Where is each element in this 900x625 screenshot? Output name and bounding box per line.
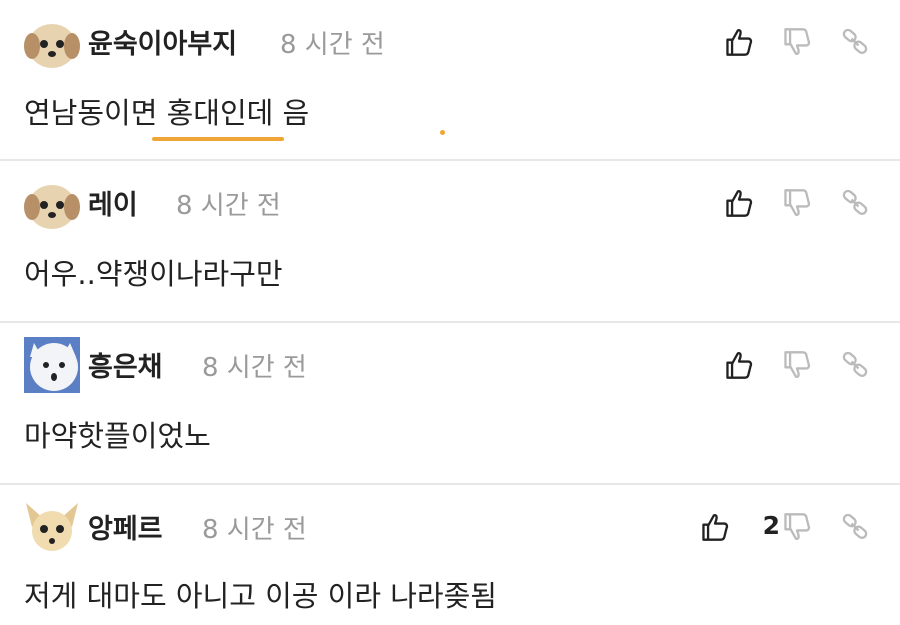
thumbs-up-icon — [702, 514, 729, 541]
avatar[interactable] — [24, 177, 80, 233]
timestamp: 8 시간 전 — [202, 515, 307, 545]
avatar[interactable] — [24, 16, 80, 72]
comment-item: 레이 8 시간 전 어우..약쟁이나라구만 — [0, 161, 900, 323]
comment-item: 흥은채 8 시간 전 마약핫플이었노 — [0, 323, 900, 485]
link-icon — [842, 28, 868, 54]
thumbs-down-icon — [784, 189, 811, 216]
username[interactable]: 레이 — [88, 183, 138, 222]
thumbs-down-icon — [784, 513, 811, 540]
link-icon — [842, 513, 868, 539]
comment-text: 마약핫플이었노 — [24, 419, 211, 453]
username[interactable]: 앙페르 — [88, 507, 163, 546]
text-highlight-underline — [152, 137, 284, 141]
like-button[interactable] — [698, 509, 732, 545]
thumbs-down-icon — [784, 28, 811, 55]
username[interactable]: 윤숙이아부지 — [88, 22, 237, 61]
share-link-button[interactable] — [838, 24, 872, 60]
like-count: 2 — [762, 511, 780, 540]
timestamp: 8 시간 전 — [280, 30, 385, 60]
comment-actions — [712, 185, 872, 221]
like-button[interactable] — [722, 24, 756, 60]
share-link-button[interactable] — [838, 509, 872, 545]
comment-actions: 2 — [692, 509, 872, 545]
share-link-button[interactable] — [838, 185, 872, 221]
dislike-button[interactable] — [780, 347, 814, 383]
comment-actions — [712, 24, 872, 60]
dislike-button[interactable] — [780, 509, 814, 545]
thumbs-up-icon — [726, 29, 753, 56]
dislike-button[interactable] — [780, 24, 814, 60]
puppy-face-icon — [24, 24, 80, 68]
link-icon — [842, 189, 868, 215]
comment-text: 연남동이면 홍대인데 음 — [24, 96, 310, 130]
timestamp: 8 시간 전 — [202, 353, 307, 383]
thumbs-down-icon — [784, 351, 811, 378]
avatar[interactable] — [24, 499, 80, 555]
share-link-button[interactable] — [838, 347, 872, 383]
puppy-face-icon — [24, 185, 80, 229]
dislike-button[interactable] — [780, 185, 814, 221]
like-button[interactable] — [722, 185, 756, 221]
like-button[interactable] — [722, 347, 756, 383]
username[interactable]: 흥은채 — [88, 345, 163, 384]
comment-text: 저게 대마도 아니고 이공 이라 나라좆됨 — [24, 579, 497, 613]
thumbs-up-icon — [726, 190, 753, 217]
white-dog-face-icon — [24, 337, 80, 393]
comment-text: 어우..약쟁이나라구만 — [24, 257, 283, 291]
chihuahua-face-icon — [26, 503, 78, 551]
timestamp: 8 시간 전 — [176, 191, 281, 221]
avatar[interactable] — [24, 337, 80, 393]
thumbs-up-icon — [726, 352, 753, 379]
link-icon — [842, 351, 868, 377]
comment-item: 앙페르 8 시간 전 저게 대마도 아니고 이공 이라 나라좆됨 2 — [0, 485, 900, 625]
comment-item: 윤숙이아부지 8 시간 전 연남동이면 홍대인데 음 — [0, 0, 900, 161]
comment-actions — [712, 347, 872, 383]
accent-dot — [440, 130, 445, 135]
